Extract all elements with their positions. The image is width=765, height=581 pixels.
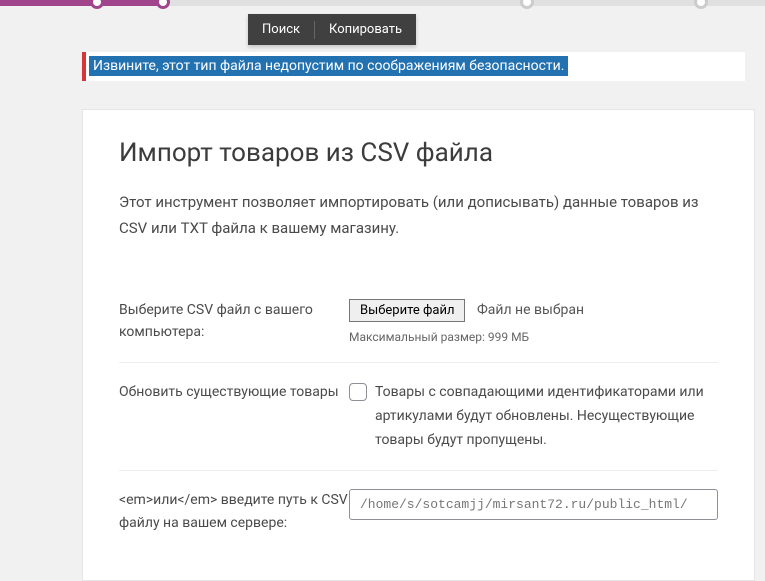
file-label: Выберите CSV файл с вашего компьютера:: [119, 299, 349, 344]
server-path-input[interactable]: [349, 489, 718, 520]
path-control: [349, 489, 718, 520]
update-checkbox[interactable]: [349, 383, 367, 401]
file-control: Выберите файл Файл не выбран Максимальны…: [349, 299, 718, 344]
progress-bar: [0, 0, 765, 6]
path-row: <em>или</em> введите путь к CSV файлу на…: [119, 471, 718, 552]
update-row: Обновить существующие товары Товары с со…: [119, 363, 718, 471]
progress-fill: [0, 0, 160, 6]
update-label: Обновить существующие товары: [119, 381, 349, 403]
file-row: Выберите CSV файл с вашего компьютера: В…: [119, 281, 718, 363]
progress-step-3[interactable]: [520, 0, 534, 9]
context-menu-search[interactable]: Поиск: [248, 14, 314, 45]
import-card: Импорт товаров из CSV файла Этот инструм…: [82, 109, 755, 581]
file-status: Файл не выбран: [477, 302, 584, 318]
update-control: Товары с совпадающими идентификаторами и…: [349, 381, 718, 452]
progress-step-1[interactable]: [90, 0, 104, 9]
choose-file-button[interactable]: Выберите файл: [349, 299, 465, 322]
progress-step-2[interactable]: [156, 0, 170, 9]
update-description: Товары с совпадающими идентификаторами и…: [375, 381, 718, 452]
error-notice: Извините, этот тип файла недопустим по с…: [82, 52, 745, 81]
file-size-hint: Максимальный размер: 999 МБ: [349, 330, 718, 344]
error-message: Извините, этот тип файла недопустим по с…: [89, 56, 568, 76]
page-description: Этот инструмент позволяет импортировать …: [119, 190, 718, 241]
context-menu: Поиск Копировать: [248, 14, 416, 45]
context-menu-copy[interactable]: Копировать: [315, 14, 416, 45]
path-label: <em>или</em> введите путь к CSV файлу на…: [119, 489, 349, 534]
progress-step-4[interactable]: [694, 0, 708, 9]
page-title: Импорт товаров из CSV файла: [119, 138, 718, 168]
